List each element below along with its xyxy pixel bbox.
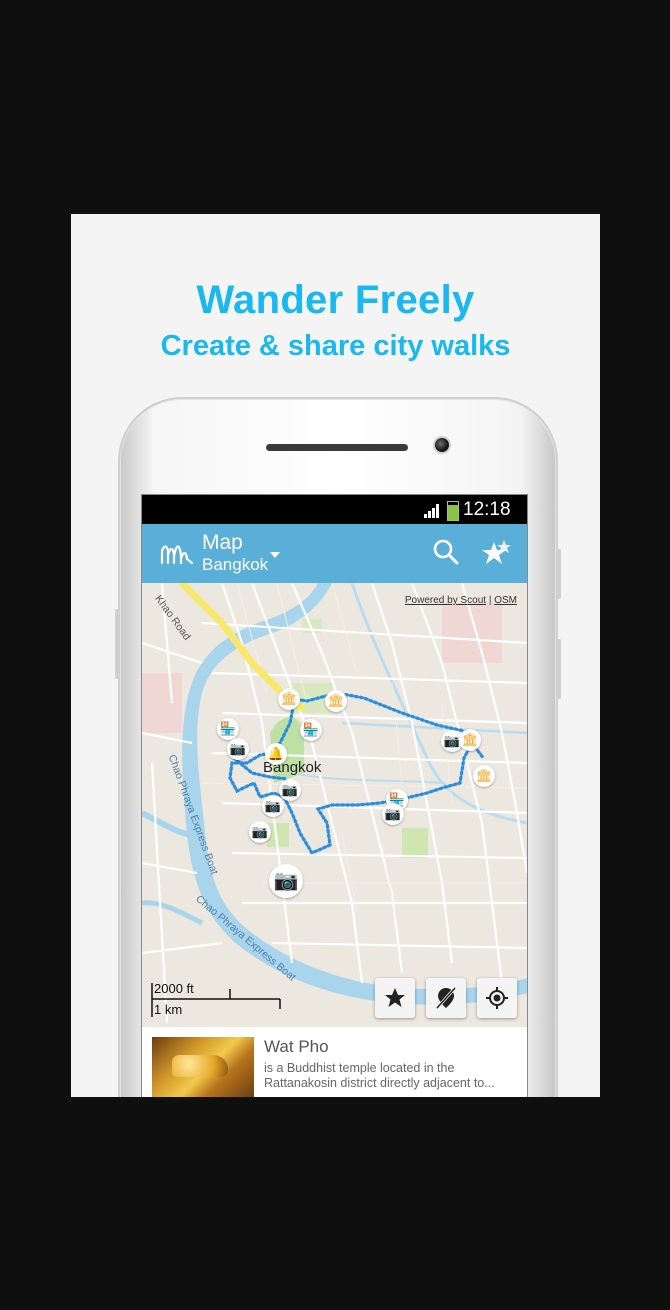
place-description: is a Buddhist temple located in the Ratt… [264, 1061, 495, 1090]
promo-headline: Wander Freely [196, 278, 475, 322]
map-view[interactable]: Powered by Scout | OSM Khao Road Chao Ph… [142, 583, 527, 1027]
museum-marker-icon[interactable]: 🏛 [278, 688, 300, 710]
shop-marker-icon[interactable]: 🏪 [217, 718, 239, 740]
status-time: 12:18 [463, 499, 511, 520]
favorites-filter-button[interactable] [375, 978, 415, 1018]
camera-marker-icon[interactable]: 📷 [269, 864, 303, 898]
battery-icon [447, 501, 459, 521]
museum-marker-icon[interactable]: 🏛 [325, 690, 347, 712]
hide-location-button[interactable] [426, 978, 466, 1018]
phone-side-button [557, 639, 561, 699]
powered-by-link[interactable]: Powered by Scout [405, 595, 486, 606]
app-title: Map [202, 531, 243, 554]
place-thumbnail[interactable] [152, 1037, 254, 1097]
phone-speaker [266, 444, 408, 451]
place-name: Wat Pho [264, 1037, 329, 1056]
camera-marker-icon[interactable]: 📷 [262, 795, 284, 817]
camera-marker-icon[interactable]: 📷 [227, 738, 249, 760]
promo-subline: Create & share city walks [160, 330, 511, 362]
signal-icon [424, 504, 439, 518]
shop-marker-icon[interactable]: 🏪 [300, 719, 322, 741]
status-bar: 12:18 [142, 495, 527, 524]
phone-side-button [557, 549, 561, 599]
dropdown-caret-icon[interactable] [270, 552, 280, 558]
place-detail-card[interactable]: Wat Pho is a Buddhist temple located in … [142, 1027, 527, 1097]
no-location-icon [435, 986, 457, 1010]
temple-marker-icon[interactable]: 🔔 [265, 743, 287, 765]
map-attribution[interactable]: Powered by Scout | OSM [405, 595, 517, 606]
phone-screen: 12:18 Map Bangkok Powered by Scout | OSM… [141, 494, 528, 1097]
museum-marker-icon[interactable]: 🏛 [459, 729, 481, 751]
phone-camera [433, 436, 451, 454]
favorites-star-icon [385, 988, 405, 1007]
museum-marker-icon[interactable]: 🏛 [473, 765, 495, 787]
camera-marker-icon[interactable]: 📷 [382, 803, 404, 825]
my-location-icon [486, 987, 508, 1009]
my-location-button[interactable] [477, 978, 517, 1018]
camera-marker-icon[interactable]: 📷 [249, 821, 271, 843]
phone-side-button [115, 609, 119, 679]
app-logo-icon[interactable] [160, 541, 194, 565]
scale-km: 1 km [154, 1002, 183, 1017]
camera-marker-icon[interactable]: 📷 [279, 779, 301, 801]
search-icon[interactable] [432, 538, 460, 566]
favorites-star-icon[interactable] [480, 538, 512, 568]
scale-feet: 2000 ft [154, 981, 194, 996]
city-selector[interactable]: Bangkok [202, 555, 268, 575]
app-bar: Map Bangkok [142, 524, 527, 583]
promo-card: Wander Freely Create & share city walks … [71, 214, 600, 1097]
osm-link[interactable]: OSM [494, 595, 517, 606]
map-base [142, 583, 527, 1024]
attribution-separator: | [486, 595, 495, 606]
